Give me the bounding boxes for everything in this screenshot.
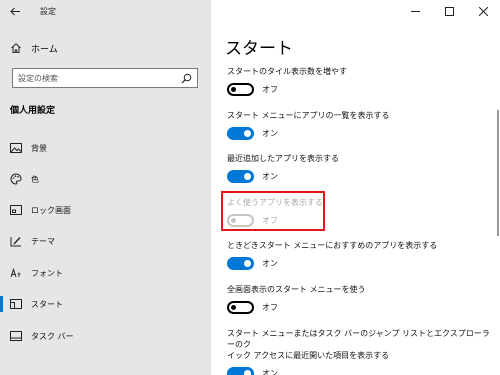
setting-label-line: スタート メニューまたはタスク バーのジャンプ リストとエクスプローラーのク: [227, 329, 490, 349]
toggle-state: オン: [262, 369, 278, 375]
section-heading: 個人用設定: [10, 106, 56, 116]
toggle-knob: [231, 305, 236, 310]
setting-suggestions: ときどきスタート メニューにおすすめのアプリを表示する オン: [227, 240, 497, 270]
sidebar-item-font[interactable]: フォント: [0, 261, 211, 285]
toggle-switch[interactable]: [227, 257, 254, 270]
toggle-state: オン: [262, 172, 278, 181]
image-icon: [10, 142, 22, 154]
scrollbar[interactable]: [497, 110, 499, 236]
setting-label: 全画面表示のスタート メニューを使う: [227, 285, 366, 294]
sidebar: 設定 ホーム 個人用設定 背景 色 ロック画面 テーマ: [0, 0, 211, 375]
close-button[interactable]: [466, 0, 500, 22]
toggle-switch[interactable]: [227, 170, 254, 183]
sidebar-item-label: フォント: [31, 268, 63, 278]
setting-recent-items: スタート メニューまたはタスク バーのジャンプ リストとエクスプローラーのク イ…: [227, 328, 497, 375]
sidebar-item-label: 色: [31, 174, 39, 184]
setting-label-line: イック アクセスに最近開いた項目を表示する: [227, 351, 390, 360]
toggle-state: オン: [262, 129, 278, 138]
toggle-switch[interactable]: [227, 83, 254, 96]
title-bar: 設定: [0, 0, 56, 22]
toggle-switch[interactable]: [227, 127, 254, 140]
setting-label: スタートのタイル表示数を増やす: [227, 67, 347, 76]
sidebar-item-label: スタート: [31, 299, 63, 309]
setting-show-app-list: スタート メニューにアプリの一覧を表示する オン: [227, 110, 497, 140]
search-icon[interactable]: [181, 73, 192, 84]
toggle-state: オン: [262, 259, 278, 268]
palette-icon: [10, 173, 22, 185]
window-controls: [398, 0, 500, 22]
setting-label: 最近追加したアプリを表示する: [227, 154, 339, 163]
toggle-knob: [231, 87, 236, 92]
sidebar-item-taskbar[interactable]: タスク バー: [0, 324, 211, 348]
sidebar-item-home[interactable]: ホーム: [0, 38, 211, 58]
sidebar-item-label: ホーム: [31, 44, 58, 55]
setting-more-tiles: スタートのタイル表示数を増やす オフ: [227, 66, 497, 96]
sidebar-item-theme[interactable]: テーマ: [0, 229, 211, 253]
minimize-icon: [410, 10, 420, 12]
main-panel: スタート スタートのタイル表示数を増やす オフ スタート メニューにアプリの一覧…: [211, 0, 500, 375]
toggle-knob: [244, 130, 251, 137]
toggle-knob: [244, 260, 251, 267]
sidebar-item-background[interactable]: 背景: [0, 136, 211, 160]
taskbar-icon: [10, 330, 22, 342]
back-arrow-icon: [9, 7, 20, 15]
sidebar-item-label: タスク バー: [31, 331, 74, 341]
maximize-icon: [444, 6, 454, 16]
search-box[interactable]: [12, 68, 198, 88]
toggle-knob: [244, 173, 251, 180]
setting-recently-added: 最近追加したアプリを表示する オン: [227, 153, 497, 183]
sidebar-item-lock-screen[interactable]: ロック画面: [0, 198, 211, 222]
search-input[interactable]: [13, 73, 173, 83]
setting-label: ときどきスタート メニューにおすすめのアプリを表示する: [227, 241, 438, 250]
maximize-button[interactable]: [432, 0, 466, 22]
app-title: 設定: [40, 6, 56, 16]
minimize-button[interactable]: [398, 0, 432, 22]
back-button[interactable]: [4, 0, 26, 22]
start-icon: [10, 298, 22, 310]
close-icon: [478, 6, 488, 16]
sidebar-item-start[interactable]: スタート: [0, 292, 211, 316]
home-icon: [11, 43, 21, 53]
toggle-state: オフ: [262, 303, 278, 312]
toggle-knob: [244, 370, 251, 375]
highlight-annotation: [221, 191, 325, 231]
lock-screen-icon: [10, 204, 22, 216]
sidebar-item-label: テーマ: [31, 236, 55, 246]
setting-label: スタート メニューにアプリの一覧を表示する: [227, 111, 390, 120]
setting-label: スタート メニューまたはタスク バーのジャンプ リストとエクスプローラーのク イ…: [227, 328, 497, 361]
toggle-state: オフ: [262, 85, 278, 94]
page-title: スタート: [225, 39, 293, 59]
toggle-switch[interactable]: [227, 367, 254, 375]
font-icon: [10, 267, 22, 279]
sidebar-item-label: ロック画面: [31, 205, 71, 215]
sidebar-item-color[interactable]: 色: [0, 167, 211, 191]
setting-full-screen: 全画面表示のスタート メニューを使う オフ: [227, 284, 497, 314]
theme-brush-icon: [10, 235, 22, 247]
sidebar-item-label: 背景: [31, 143, 47, 153]
toggle-switch[interactable]: [227, 301, 254, 314]
